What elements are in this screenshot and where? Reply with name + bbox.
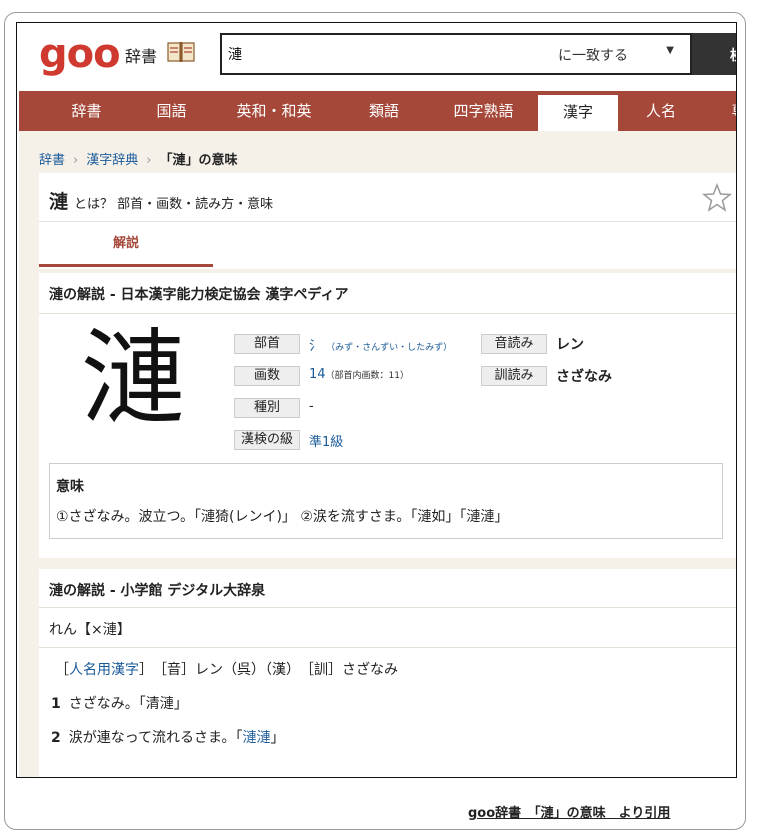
breadcrumb-link-jisho[interactable]: 辞書 [39,153,65,168]
breadcrumb: 辞書 › 漢字辞典 › 「漣」の意味 [39,149,237,168]
nav-item-yoji[interactable]: 四字熟語 [431,91,536,131]
nav-item-eiwa[interactable]: 英和・和英 [214,91,334,131]
bushu-radical: 氵 [309,339,323,354]
meaning-box: 意味 ①さざなみ。波立つ。「漣猗(レンイ)」 ②涙を流すさま。「漣如」「漣漣」 [49,463,723,539]
definition-1: 1 さざなみ。「清漣」 [51,693,188,713]
renren-link[interactable]: 漣漣 [243,730,271,746]
star-icon[interactable] [702,183,732,213]
search-input[interactable] [228,43,528,65]
kanken-label: 漢検の級 [234,430,300,450]
meaning-title: 意味 [56,479,84,495]
chevron-right-icon: › [146,153,152,168]
dictionary-screenshot-frame: goo 辞書 に一致する ▼ 検 辞書 国語 英和・和英 類語 四字熟語 漢字 … [16,22,737,778]
definition-end: 」 [270,730,285,746]
site-name[interactable]: 辞書 [125,43,157,67]
kakusu-note: （部首内画数：11） [325,371,409,381]
kanken-value[interactable]: 準1級 [309,431,343,450]
jinmeiyo-kanji-link[interactable]: 人名用漢字 [69,662,139,678]
definition-number: 1 [51,696,61,712]
match-type-select[interactable]: に一致する ▼ [558,45,688,67]
title-suffix: とは？ 部首・画数・読み方・意味 [74,197,274,212]
kun-reading-label: 訓読み [481,366,547,386]
main-content: 辞書 › 漢字辞典 › 「漣」の意味 漣とは？ 部首・画数・読み方・意味 解説 漣の解説… [19,131,736,777]
goo-logo[interactable]: goo [39,31,121,77]
site-header: goo 辞書 に一致する ▼ 検 [17,23,736,91]
title-kanji: 漣 [49,191,69,213]
bracket-open: ［ [55,662,69,678]
nav-item-jisho[interactable]: 辞書 [39,91,134,131]
meaning-text: ①さざなみ。波立つ。「漣猗(レンイ)」 ②涙を流すさま。「漣如」「漣漣」 [56,509,509,525]
daijisen-section: 漣の解説 - 小学館 デジタル大辞泉 れん【×漣】 ［人名用漢字］ ［音］レン（… [39,569,736,777]
bushu-note: （みず・さんずい・したみず） [326,343,453,353]
kakusu-number: 14 [309,367,326,382]
section-heading: 漣の解説 - 小学館 デジタル大辞泉 [49,583,266,599]
on-reading-label: 音読み [481,334,547,354]
shubetsu-value: - [309,399,314,414]
bushu-value[interactable]: 氵 （みず・さんずい・したみず） [309,335,452,354]
kakusu-value[interactable]: 14（部首内画数：11） [309,367,409,382]
definition-text: 涙が連なって流れるさま。「 [68,730,243,746]
category-nav: 辞書 国語 英和・和英 類語 四字熟語 漢字 人名 専 [19,91,736,131]
definition-2: 2 涙が連なって流れるさま。「漣漣」 [51,727,285,747]
kanjipedia-section: 漣の解説 - 日本漢字能力検定協会 漢字ペディア 漣 部首 氵 （みず・さんずい… [39,273,736,558]
nav-item-ruigo[interactable]: 類語 [354,91,414,131]
citation-link[interactable]: goo辞書 「漣」の意味 より引用 [468,802,670,821]
nav-item-kokugo[interactable]: 国語 [139,91,204,131]
breadcrumb-link-kanji[interactable]: 漢字辞典 [86,153,138,168]
definition-number: 2 [51,730,61,746]
shubetsu-label: 種別 [234,398,300,418]
search-box: に一致する ▼ [220,33,692,75]
on-reading-value: レン [556,337,584,353]
big-kanji: 漣 [81,317,186,439]
chevron-right-icon: › [73,153,79,168]
tab-kaisetsu[interactable]: 解説 [39,222,213,267]
page-title: 漣とは？ 部首・画数・読み方・意味 [49,187,273,214]
search-button[interactable]: 検 [692,33,736,75]
kun-reading-value: さざなみ [556,369,612,385]
definition-text: さざなみ。「清漣」 [68,696,188,712]
title-panel: 漣とは？ 部首・画数・読み方・意味 解説 [39,173,736,269]
nav-item-jinmei[interactable]: 人名 [631,91,691,131]
entry-headword: れん【×漣】 [49,622,131,638]
breadcrumb-current: 「漣」の意味 [159,153,238,168]
kakusu-label: 画数 [234,366,300,386]
divider [39,313,736,314]
nav-item-kanji[interactable]: 漢字 [538,95,618,131]
reading-info: ］ ［音］レン（呉）（漢） ［訓］さざなみ [139,662,398,678]
divider [39,607,736,608]
book-icon [167,42,195,62]
section-heading: 漣の解説 - 日本漢字能力検定協会 漢字ペディア [49,287,349,303]
divider [39,647,736,648]
bushu-label: 部首 [234,334,300,354]
dropdown-arrow-icon: ▼ [666,45,674,56]
entry-info: ［人名用漢字］ ［音］レン（呉）（漢） ［訓］さざなみ [55,659,398,679]
nav-item-senmon[interactable]: 専 [724,91,736,131]
match-type-label: に一致する [558,48,628,64]
